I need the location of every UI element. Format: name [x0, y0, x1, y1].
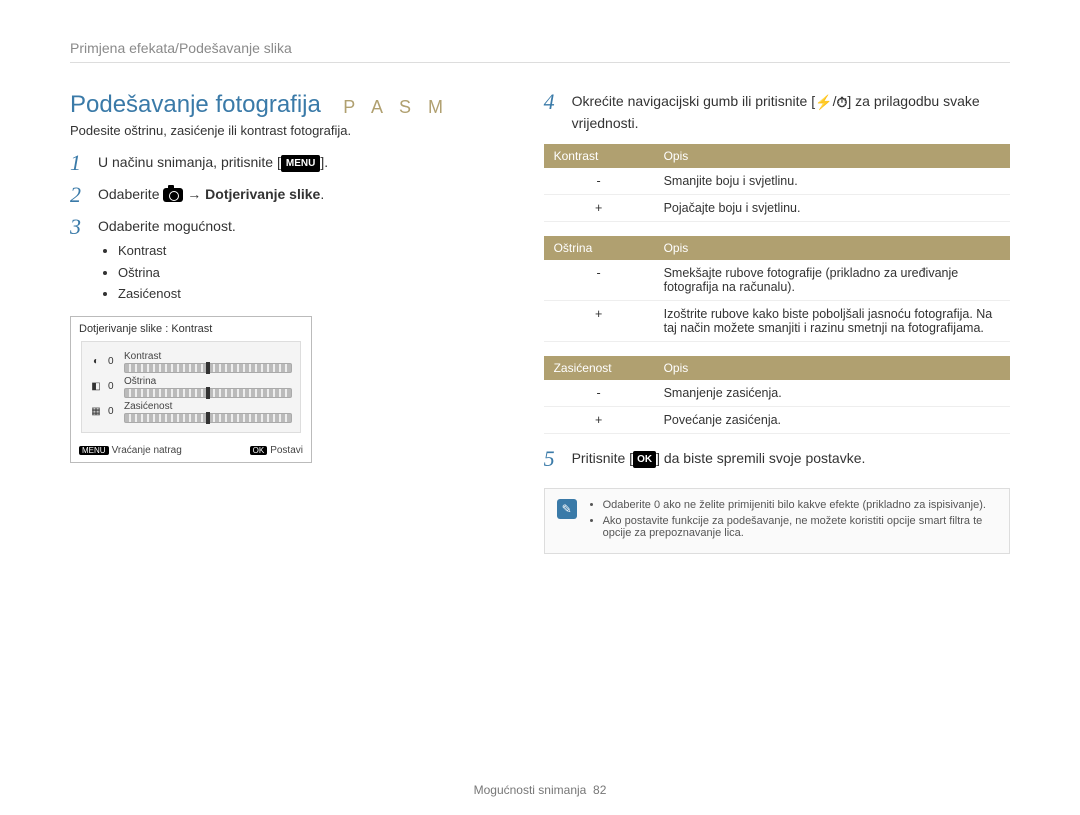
note-item: Ako postavite funkcije za podešavanje, n… — [603, 515, 997, 539]
slider-bar — [124, 363, 292, 373]
contrast-icon: ◐ — [90, 356, 102, 367]
step-3: Odaberite mogućnost. Kontrast Oštrina Za… — [98, 216, 484, 306]
step-number-4: 4 — [544, 91, 572, 113]
mode-indicator: P A S M — [343, 97, 449, 118]
note-item: Odaberite 0 ako ne želite primijeniti bi… — [603, 499, 997, 511]
breadcrumb: Primjena efekata/Podešavanje slika — [70, 40, 1010, 63]
flash-icon: ⚡ — [815, 92, 832, 113]
option-zasicenost: Zasićenost — [118, 284, 484, 304]
page-title: Podešavanje fotografija — [70, 91, 321, 119]
menu-icon: MENU — [281, 155, 320, 172]
step-2: Odaberite → Dotjerivanje slike. — [98, 184, 484, 205]
table-row: -Smanjite boju i svjetlinu. — [544, 168, 1010, 195]
table-ostrina: OštrinaOpis -Smekšajte rubove fotografij… — [544, 236, 1010, 342]
note-icon: ✎ — [557, 499, 577, 519]
slider-bar — [124, 413, 292, 423]
slider-bar — [124, 388, 292, 398]
step-5: Pritisnite [OK] da biste spremili svoje … — [572, 448, 1010, 469]
ok-icon: OK — [633, 451, 656, 468]
table-row: +Izoštrite rubove kako biste poboljšali … — [544, 300, 1010, 341]
screen-title: Dotjerivanje slike : Kontrast — [71, 317, 311, 341]
note-box: ✎ Odaberite 0 ako ne želite primijeniti … — [544, 488, 1010, 554]
page-footer: Mogućnosti snimanja 82 — [0, 783, 1080, 797]
step-number-1: 1 — [70, 152, 98, 174]
step-number-3: 3 — [70, 216, 98, 238]
camera-icon — [163, 188, 183, 202]
sharpness-icon: ◧ — [90, 381, 102, 392]
option-kontrast: Kontrast — [118, 241, 484, 261]
table-kontrast: KontrastOpis -Smanjite boju i svjetlinu.… — [544, 144, 1010, 222]
screen-set: OKPostavi — [250, 445, 303, 456]
step-number-5: 5 — [544, 448, 572, 470]
screen-back: MENUVraćanje natrag — [79, 445, 182, 456]
saturation-icon: ▦ — [90, 406, 102, 417]
step-1: U načinu snimanja, pritisnite [MENU]. — [98, 152, 484, 173]
step-4: Okrećite navigacijski gumb ili pritisnit… — [572, 91, 1010, 134]
table-row: -Smekšajte rubove fotografije (prikladno… — [544, 260, 1010, 301]
table-row: +Povećanje zasićenja. — [544, 406, 1010, 433]
slider-row-ostrina: ◧ 0 Oštrina — [90, 376, 292, 398]
slider-row-zasicenost: ▦ 0 Zasićenost — [90, 401, 292, 423]
table-zasicenost: ZasićenostOpis -Smanjenje zasićenja. +Po… — [544, 356, 1010, 434]
step-number-2: 2 — [70, 184, 98, 206]
table-row: -Smanjenje zasićenja. — [544, 380, 1010, 407]
table-row: +Pojačajte boju i svjetlinu. — [544, 194, 1010, 221]
subtitle: Podesite oštrinu, zasićenje ili kontrast… — [70, 123, 484, 138]
option-ostrina: Oštrina — [118, 263, 484, 283]
timer-icon: ⏱ — [836, 92, 847, 113]
camera-screen-preview: Dotjerivanje slike : Kontrast ◐ 0 Kontra… — [70, 316, 312, 463]
slider-row-kontrast: ◐ 0 Kontrast — [90, 351, 292, 373]
